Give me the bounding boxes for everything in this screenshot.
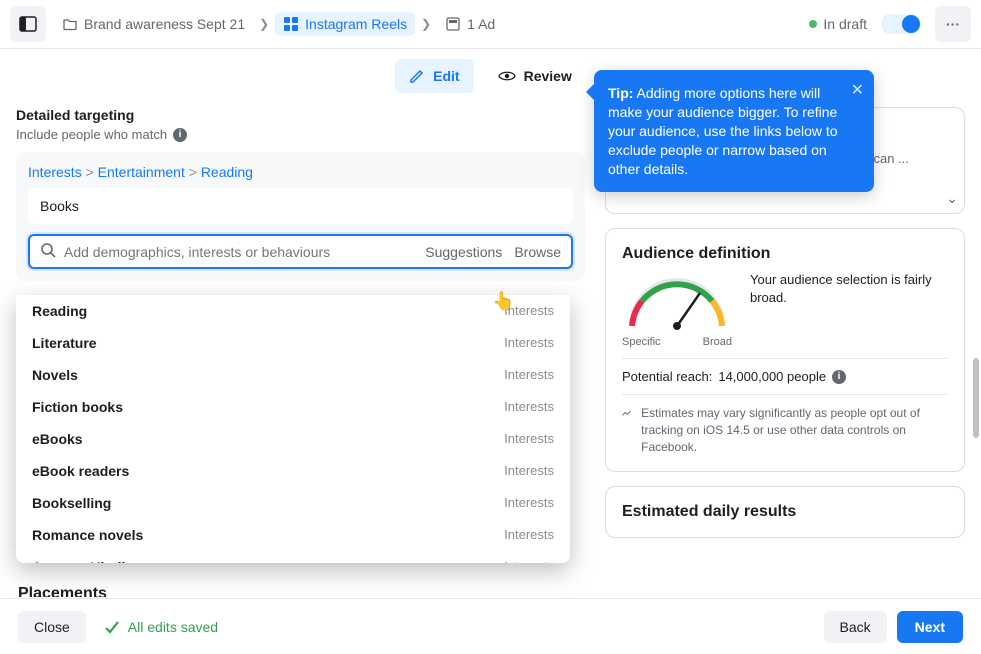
chip-label: Books <box>40 198 79 214</box>
suggestion-category: Interests <box>504 399 554 415</box>
tip-body: Adding more options here will make your … <box>608 85 838 177</box>
panel-icon <box>19 15 37 33</box>
folder-icon <box>62 16 78 32</box>
targeting-search-input[interactable]: Suggestions Browse <box>28 234 573 269</box>
suggestion-item[interactable]: Romance novels Interests <box>16 519 570 551</box>
suggestion-category: Interests <box>504 527 554 543</box>
breadcrumb-adset-label: Instagram Reels <box>305 16 407 32</box>
path-entertainment[interactable]: Entertainment <box>98 164 185 180</box>
suggestion-item[interactable]: eBook readers Interests <box>16 455 570 487</box>
suggestion-label: Amazon Kindle <box>32 559 133 563</box>
suggestion-item[interactable]: Fiction books Interests <box>16 391 570 423</box>
suggestions-dropdown: ReadingInterestsLiteratureInterestsNovel… <box>16 295 570 563</box>
path-sep: > <box>86 164 94 180</box>
section-heading-placements: Placements <box>16 571 585 597</box>
tab-review-label: Review <box>524 68 572 84</box>
back-button[interactable]: Back <box>824 611 887 643</box>
suggestion-category: Interests <box>504 367 554 383</box>
suggestion-label: Novels <box>32 367 78 383</box>
breadcrumb-campaign-label: Brand awareness Sept 21 <box>84 16 245 32</box>
path-reading[interactable]: Reading <box>201 164 253 180</box>
reach-label: Potential reach: <box>622 369 712 384</box>
status-dot-icon <box>809 20 817 28</box>
suggestion-label: Fiction books <box>32 399 123 415</box>
audience-definition-card: Audience definition Specific Broad <box>605 228 965 472</box>
search-icon <box>40 242 56 261</box>
suggestion-category: Interests <box>504 335 554 351</box>
panel-toggle-button[interactable] <box>10 6 46 42</box>
suggestion-item[interactable]: Reading Interests <box>16 295 570 327</box>
eye-icon <box>498 67 516 85</box>
estimated-daily-results-card: Estimated daily results <box>605 486 965 538</box>
publish-toggle[interactable] <box>881 14 921 34</box>
save-status: All edits saved <box>104 619 218 635</box>
breadcrumb-ad-label: 1 Ad <box>467 16 495 32</box>
ellipsis-icon: ··· <box>946 16 960 32</box>
suggestion-category: Interests <box>504 559 554 563</box>
pencil-icon <box>409 68 425 84</box>
close-icon[interactable]: ✕ <box>851 80 864 102</box>
trend-icon <box>622 405 631 423</box>
save-status-label: All edits saved <box>128 619 218 635</box>
edr-title: Estimated daily results <box>622 503 796 520</box>
breadcrumb-campaign[interactable]: Brand awareness Sept 21 <box>54 12 253 36</box>
tip-tooltip: ✕ Tip: Adding more options here will mak… <box>594 70 874 192</box>
more-menu-button[interactable]: ··· <box>935 6 971 42</box>
footer-bar: Close All edits saved Back Next <box>0 598 981 654</box>
check-icon <box>104 619 120 635</box>
chevron-right-icon: ❯ <box>421 17 431 31</box>
path-sep: > <box>189 164 197 180</box>
interest-path: Interests > Entertainment > Reading <box>28 164 573 180</box>
next-button[interactable]: Next <box>897 611 963 643</box>
include-label: Include people who match <box>16 127 167 142</box>
tab-edit[interactable]: Edit <box>395 59 473 93</box>
suggestion-label: eBooks <box>32 431 83 447</box>
tab-review[interactable]: Review <box>484 59 586 93</box>
audience-text: Your audience selection is fairly broad. <box>750 271 948 306</box>
draft-label: In draft <box>823 16 867 32</box>
suggestion-item[interactable]: Bookselling Interests <box>16 487 570 519</box>
targeting-search-field[interactable] <box>64 244 417 260</box>
tab-edit-label: Edit <box>433 68 459 84</box>
tip-label: Tip: <box>608 85 633 101</box>
info-icon[interactable]: i <box>173 128 187 142</box>
suggestion-item[interactable]: eBooks Interests <box>16 423 570 455</box>
suggestion-item[interactable]: Literature Interests <box>16 327 570 359</box>
suggestion-category: Interests <box>504 495 554 511</box>
top-bar: Brand awareness Sept 21 ❯ Instagram Reel… <box>0 0 981 49</box>
suggestion-label: Bookselling <box>32 495 111 511</box>
gauge-icon <box>622 271 732 331</box>
suggestion-category: Interests <box>504 463 554 479</box>
gauge-broad-label: Broad <box>703 336 732 348</box>
info-icon[interactable]: i <box>832 370 846 384</box>
path-interests[interactable]: Interests <box>28 164 82 180</box>
draft-status: In draft <box>809 16 867 32</box>
breadcrumb-adset[interactable]: Instagram Reels <box>275 12 415 36</box>
adset-grid-icon <box>283 16 299 32</box>
suggestion-label: Romance novels <box>32 527 143 543</box>
browse-link[interactable]: Browse <box>514 244 561 260</box>
breadcrumb-ad[interactable]: 1 Ad <box>437 12 503 36</box>
ad-icon <box>445 16 461 32</box>
suggestion-category: Interests <box>504 431 554 447</box>
suggestion-item[interactable]: Novels Interests <box>16 359 570 391</box>
reach-value: 14,000,000 people <box>718 369 826 384</box>
suggestion-category: Interests <box>504 303 554 319</box>
chevron-down-icon[interactable]: ⌄ <box>946 190 958 207</box>
targeting-card: Interests > Entertainment > Reading Book… <box>16 152 585 281</box>
suggestion-label: Reading <box>32 303 87 319</box>
audience-title: Audience definition <box>622 245 770 263</box>
close-button[interactable]: Close <box>18 611 86 643</box>
scrollbar-thumb[interactable] <box>973 358 979 438</box>
suggestion-label: eBook readers <box>32 463 129 479</box>
estimate-note: Estimates may vary significantly as peop… <box>641 405 948 455</box>
breadcrumb: Brand awareness Sept 21 ❯ Instagram Reel… <box>54 12 503 36</box>
suggestions-link[interactable]: Suggestions <box>425 244 502 260</box>
gauge-specific-label: Specific <box>622 336 661 348</box>
suggestion-item[interactable]: Amazon Kindle Interests <box>16 551 570 563</box>
suggestion-label: Literature <box>32 335 97 351</box>
selected-interest-chip[interactable]: Books <box>28 188 573 224</box>
section-heading-targeting: Detailed targeting <box>16 107 585 123</box>
chevron-right-icon: ❯ <box>259 17 269 31</box>
